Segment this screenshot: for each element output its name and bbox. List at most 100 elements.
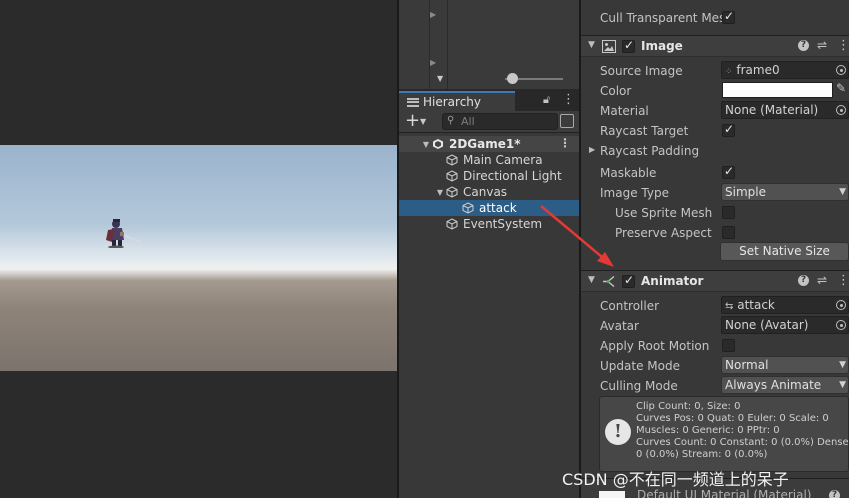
avatar-value: None (Avatar) bbox=[725, 318, 809, 332]
chevron-down-icon: ▼ bbox=[839, 187, 846, 197]
hierarchy-item[interactable]: Main Camera bbox=[399, 152, 579, 168]
update-mode-dropdown[interactable]: Normal ▼ bbox=[721, 356, 849, 374]
hierarchy-tabbar: Hierarchy 🔓︎ ⋮ bbox=[399, 89, 579, 111]
update-mode-label: Update Mode bbox=[600, 359, 680, 373]
controller-row: Controller ⇆ attack bbox=[581, 296, 849, 316]
fold-down-icon[interactable]: ▼ bbox=[588, 40, 595, 50]
image-component-header[interactable]: ▼ Image ? ⇌ ⋮ bbox=[581, 35, 849, 57]
hierarchy-toolbar: + ▼ ⚲ All bbox=[399, 111, 579, 133]
image-title: Image bbox=[641, 39, 683, 53]
maskable-checkbox[interactable] bbox=[722, 164, 735, 179]
arrow-right-icon: ▶ bbox=[430, 58, 437, 67]
preserve-aspect-checkbox[interactable] bbox=[722, 226, 735, 239]
animator-info-box: ! Clip Count: 0, Size: 0 Curves Pos: 0 Q… bbox=[599, 396, 849, 472]
more-menu-icon[interactable]: ⋮ bbox=[837, 273, 849, 288]
source-image-field[interactable]: ⁘ frame0 bbox=[721, 61, 849, 79]
source-image-row: Source Image ⁘ frame0 bbox=[581, 61, 849, 81]
image-type-dropdown[interactable]: Simple ▼ bbox=[721, 183, 849, 201]
scene-panel-fragment: ▶ ▶ ▼ bbox=[399, 0, 579, 89]
hierarchy-item-label: EventSystem bbox=[463, 217, 543, 231]
object-picker-icon[interactable] bbox=[836, 320, 846, 330]
hierarchy-tree: ▼ 2DGame1* ⋮ Main Camera Directional Light ▼ C… bbox=[399, 133, 579, 232]
help-icon[interactable]: ? bbox=[798, 40, 809, 51]
material-field[interactable]: None (Material) bbox=[721, 101, 849, 119]
use-sprite-mesh-row: Use Sprite Mesh bbox=[581, 203, 849, 223]
search-input[interactable]: ⚲ All bbox=[442, 113, 558, 130]
object-picker-icon[interactable] bbox=[836, 300, 846, 310]
cull-transparent-mesh-checkbox[interactable] bbox=[722, 9, 735, 24]
raycast-target-checkbox[interactable] bbox=[722, 122, 735, 137]
hierarchy-item-label: Canvas bbox=[463, 185, 508, 199]
animator-component-header[interactable]: ▼ Animator ? ⇌ ⋮ bbox=[581, 270, 849, 292]
object-picker-icon[interactable] bbox=[836, 65, 846, 75]
hierarchy-scene-row[interactable]: ▼ 2DGame1* ⋮ bbox=[399, 136, 579, 152]
eyedropper-icon[interactable]: ✎ bbox=[836, 81, 846, 95]
preserve-aspect-row: Preserve Aspect bbox=[581, 223, 849, 243]
use-sprite-mesh-checkbox[interactable] bbox=[722, 206, 735, 219]
sprite-character-icon bbox=[106, 219, 143, 248]
color-label: Color bbox=[600, 84, 632, 98]
chevron-down-icon[interactable]: ▼ bbox=[420, 117, 426, 126]
presets-icon[interactable]: ⇌ bbox=[817, 273, 827, 287]
fold-down-icon[interactable]: ▼ bbox=[588, 275, 595, 285]
presets-icon[interactable]: ⇌ bbox=[817, 38, 827, 52]
hierarchy-item-label: Directional Light bbox=[463, 169, 562, 183]
more-menu-icon[interactable]: ⋮ bbox=[559, 136, 571, 150]
preserve-aspect-label: Preserve Aspect bbox=[615, 226, 712, 240]
fold-down-icon[interactable]: ▼ bbox=[420, 140, 432, 149]
inspector-panel: Cull Transparent Mes ▼ Image ? ⇌ ⋮ Sourc… bbox=[581, 0, 849, 498]
gameobject-cube-icon bbox=[446, 218, 463, 230]
game-view[interactable] bbox=[0, 0, 397, 498]
hierarchy-item-label: 2DGame1* bbox=[449, 137, 521, 151]
fold-right-icon[interactable]: ▶ bbox=[589, 145, 595, 154]
set-native-size-button[interactable]: Set Native Size bbox=[720, 242, 849, 261]
material-row: Material None (Material) bbox=[581, 101, 849, 121]
more-menu-icon[interactable]: ⋮ bbox=[837, 38, 849, 53]
hierarchy-item[interactable]: EventSystem bbox=[399, 216, 579, 232]
search-icon: ⚲ bbox=[447, 115, 455, 126]
gameobject-cube-icon bbox=[446, 170, 463, 182]
unity-scene-icon bbox=[432, 138, 449, 150]
game-viewport bbox=[0, 145, 397, 371]
raycast-padding-row[interactable]: ▶ Raycast Padding bbox=[581, 141, 849, 161]
zoom-slider-thumb[interactable] bbox=[507, 73, 518, 84]
image-icon bbox=[602, 40, 616, 53]
gameobject-cube-icon bbox=[446, 154, 463, 166]
source-image-value: frame0 bbox=[736, 63, 780, 77]
hierarchy-item[interactable]: ▼ Canvas bbox=[399, 184, 579, 200]
apply-root-motion-row: Apply Root Motion bbox=[581, 336, 849, 356]
lock-icon[interactable]: 🔓︎ bbox=[543, 93, 550, 107]
hierarchy-item[interactable]: Directional Light bbox=[399, 168, 579, 184]
more-menu-icon[interactable]: ⋮ bbox=[562, 92, 575, 107]
help-icon[interactable]: ? bbox=[829, 490, 840, 498]
animator-controller-icon: ⇆ bbox=[725, 301, 734, 312]
update-mode-value: Normal bbox=[725, 358, 769, 372]
controller-field[interactable]: ⇆ attack bbox=[721, 296, 849, 314]
avatar-field[interactable]: None (Avatar) bbox=[721, 316, 849, 334]
gameobject-cube-icon bbox=[446, 186, 463, 198]
raycast-target-row: Raycast Target bbox=[581, 121, 849, 141]
tab-hierarchy[interactable]: Hierarchy bbox=[399, 91, 515, 111]
controller-value: attack bbox=[737, 298, 775, 312]
tab-hierarchy-label: Hierarchy bbox=[423, 95, 482, 109]
maskable-label: Maskable bbox=[600, 166, 657, 180]
hierarchy-item-label: attack bbox=[479, 201, 517, 215]
animator-enabled-checkbox[interactable] bbox=[622, 273, 635, 288]
add-icon[interactable]: + bbox=[405, 111, 420, 131]
avatar-row: Avatar None (Avatar) bbox=[581, 316, 849, 336]
image-type-label: Image Type bbox=[600, 186, 669, 200]
culling-mode-value: Always Animate bbox=[725, 378, 822, 392]
image-enabled-checkbox[interactable] bbox=[622, 38, 635, 53]
help-icon[interactable]: ? bbox=[798, 275, 809, 286]
color-swatch[interactable] bbox=[722, 82, 833, 98]
search-by-type-icon[interactable] bbox=[560, 114, 574, 128]
fold-down-icon[interactable]: ▼ bbox=[434, 188, 446, 197]
apply-root-motion-label: Apply Root Motion bbox=[600, 339, 710, 353]
chevron-down-icon: ▼ bbox=[839, 380, 846, 390]
object-picker-icon[interactable] bbox=[836, 105, 846, 115]
arrow-down-icon[interactable]: ▼ bbox=[437, 74, 443, 83]
watermark: CSDN @不在同一频道上的呆子 bbox=[562, 470, 789, 489]
hierarchy-item[interactable]: attack bbox=[399, 200, 579, 216]
apply-root-motion-checkbox[interactable] bbox=[722, 339, 735, 352]
culling-mode-dropdown[interactable]: Always Animate ▼ bbox=[721, 376, 849, 394]
